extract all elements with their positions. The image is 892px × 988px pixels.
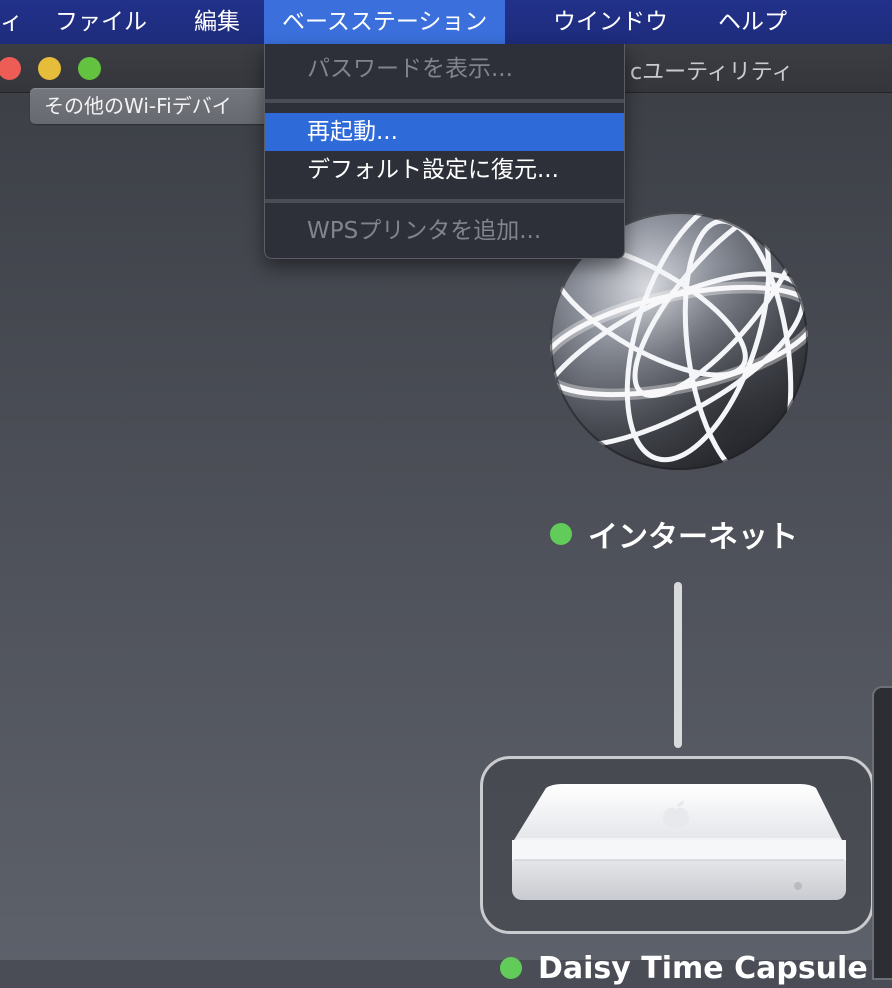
internet-label: インターネット [588, 520, 798, 555]
menu-file[interactable]: ファイル [55, 0, 147, 44]
internet-status-dot [550, 523, 572, 545]
device-label: Daisy Time Capsule [538, 950, 868, 986]
airport-base-station-icon[interactable] [508, 782, 850, 910]
internet-status[interactable]: インターネット [550, 514, 798, 555]
close-button[interactable] [0, 57, 21, 80]
window-title: cユーティリティ [630, 60, 794, 85]
menu-item-restore-defaults[interactable]: デフォルト設定に復元... [265, 151, 624, 189]
menu-separator [265, 99, 624, 103]
device-status[interactable]: Daisy Time Capsule [500, 948, 868, 988]
base-station-menu: パスワードを表示... 再起動... デフォルト設定に復元... WPSプリンタ… [264, 44, 625, 259]
menu-separator [265, 199, 624, 203]
device-status-dot [500, 957, 522, 979]
zoom-button[interactable] [78, 57, 101, 80]
menu-help[interactable]: ヘルプ [718, 0, 787, 44]
menubar: ィ ファイル 編集 ベースステーション ウインドウ ヘルプ [0, 0, 892, 44]
other-wifi-devices-button[interactable]: その他のWi-Fiデバイ [30, 88, 280, 124]
minimize-button[interactable] [38, 57, 61, 80]
menu-item-add-wps-printer: WPSプリンタを追加... [307, 218, 542, 244]
connection-line [674, 582, 682, 748]
menubar-app-name[interactable]: ィ [0, 0, 23, 44]
side-panel-edge [872, 686, 892, 980]
menu-edit[interactable]: 編集 [194, 0, 240, 44]
menu-item-restart[interactable]: 再起動... [265, 113, 624, 151]
menu-window[interactable]: ウインドウ [553, 0, 668, 44]
menu-item-show-password: パスワードを表示... [307, 56, 513, 82]
menu-base-station[interactable]: ベースステーション [264, 0, 506, 44]
